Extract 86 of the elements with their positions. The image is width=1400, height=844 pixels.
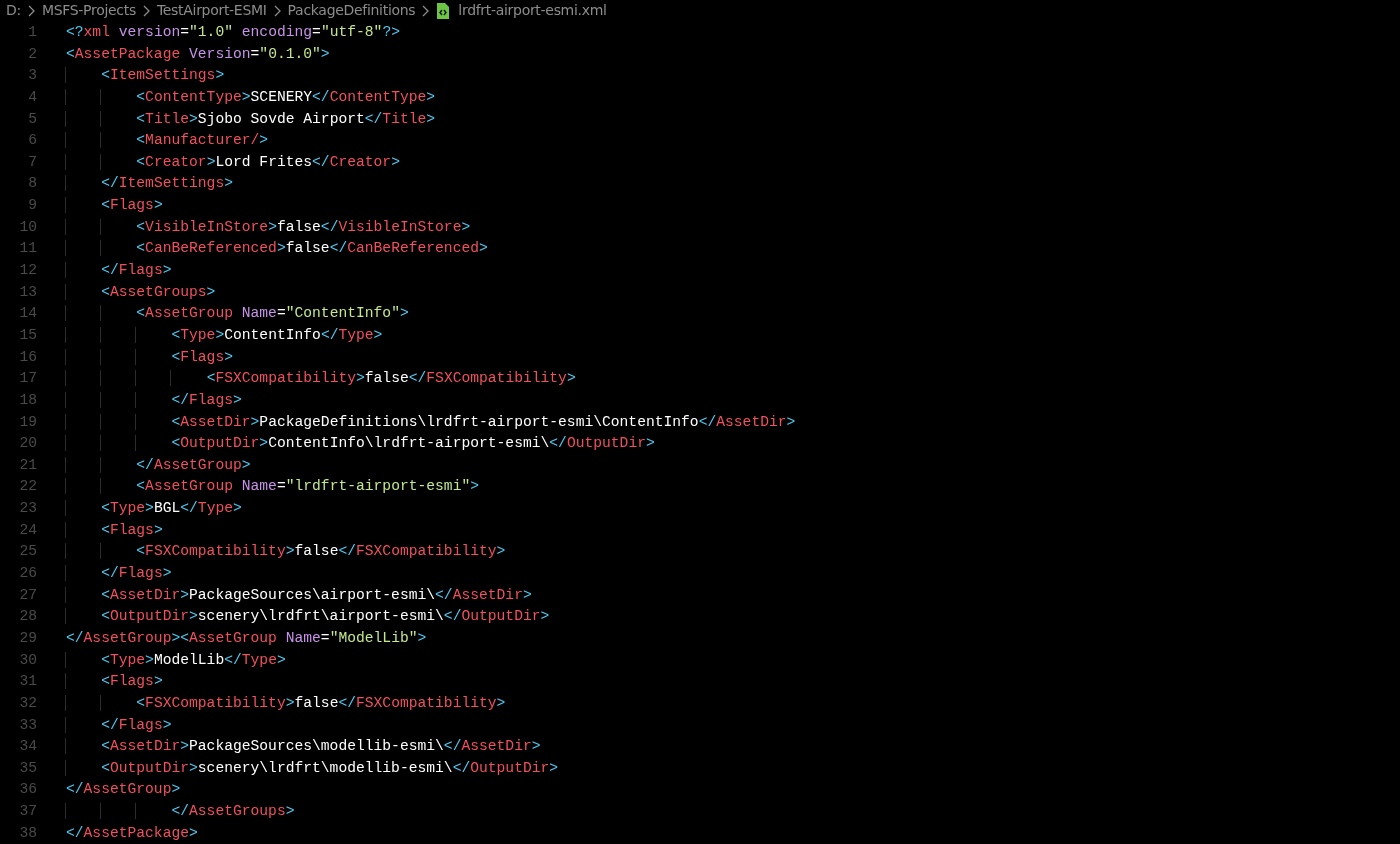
line-number: 36 bbox=[18, 780, 37, 800]
line-number: 13 bbox=[18, 282, 37, 302]
code-line: <AssetPackage Version="0.1.0"> bbox=[66, 44, 330, 64]
code-line: </ItemSettings> bbox=[66, 173, 233, 196]
line-number: 21 bbox=[18, 455, 37, 475]
line-number: 20 bbox=[18, 434, 37, 454]
line-number: 25 bbox=[18, 542, 37, 562]
line-number: 3 bbox=[27, 66, 37, 86]
code-line: <CanBeReferenced>false</CanBeReferenced> bbox=[66, 238, 488, 261]
code-line: <AssetGroups> bbox=[66, 281, 216, 304]
code-line: <Creator>Lord Frites</Creator> bbox=[66, 151, 400, 174]
code-line: <FSXCompatibility>false</FSXCompatibility> bbox=[66, 368, 576, 390]
code-line: </Flags> bbox=[66, 714, 172, 737]
code-line: <Type>ContentInfo</Type> bbox=[66, 324, 383, 347]
code-line: </AssetGroups> bbox=[66, 801, 295, 823]
line-number: 6 bbox=[27, 131, 37, 151]
line-number: 15 bbox=[18, 325, 37, 345]
chevron-icon bbox=[141, 4, 151, 17]
code-line: <AssetGroup Name="lrdfrt-airport-esmi"> bbox=[66, 476, 480, 499]
line-number: 19 bbox=[18, 412, 37, 432]
code-line: <Flags> bbox=[66, 346, 233, 369]
code-line: <AssetDir>PackageSources\modellib-esmi\</AssetDir> bbox=[66, 736, 541, 758]
code-line: </AssetGroup><AssetGroup Name="ModelLib"> bbox=[66, 628, 427, 648]
folder-link[interactable]: PackageDefinitions bbox=[287, 0, 416, 21]
code-line: <ContentType>SCENERY</ContentType> bbox=[66, 86, 436, 109]
code-line: <Type>ModelLib</Type> bbox=[66, 649, 286, 672]
line-number: 32 bbox=[18, 693, 37, 713]
code-line: <AssetDir>PackageDefinitions\lrdfrt-airport-esmi\ContentInfo</AssetDir> bbox=[66, 411, 796, 434]
file-name-link[interactable]: lrdfrt-airport-esmi.xml bbox=[458, 0, 607, 21]
folder-link[interactable]: MSFS-Projects bbox=[41, 0, 136, 21]
code-line: <AssetGroup Name="ContentInfo"> bbox=[66, 303, 409, 325]
code-line: <VisibleInStore>false</VisibleInStore> bbox=[66, 216, 471, 239]
folder-link[interactable]: TestAirport-ESMI bbox=[156, 0, 267, 21]
code-line: <OutputDir>scenery\lrdfrt\airport-esmi\</OutputDir> bbox=[66, 606, 550, 628]
code-line: <OutputDir>scenery\lrdfrt\modellib-esmi\</OutputDir> bbox=[66, 757, 559, 780]
code-line: </AssetGroup> bbox=[66, 454, 251, 477]
code-line: <FSXCompatibility>false</FSXCompatibility> bbox=[66, 541, 506, 563]
line-number: 2 bbox=[27, 44, 37, 64]
line-number: 1 bbox=[27, 23, 37, 42]
line-number: 11 bbox=[18, 239, 37, 259]
line-number: 4 bbox=[27, 87, 37, 107]
line-number: 8 bbox=[27, 174, 37, 194]
code-line: <OutputDir>ContentInfo\lrdfrt-airport-esmi\</OutputDir> bbox=[66, 433, 655, 455]
line-number: 9 bbox=[27, 196, 37, 216]
chevron-icon bbox=[26, 4, 36, 17]
folder-link[interactable]: D: bbox=[6, 0, 21, 21]
line-number: 24 bbox=[18, 520, 37, 540]
code-line: <Flags> bbox=[66, 519, 163, 542]
code-line: <?xml version="1.0" encoding="utf-8"?> bbox=[66, 23, 400, 42]
line-number: 16 bbox=[18, 347, 37, 367]
line-number: 7 bbox=[27, 152, 37, 172]
line-number: 33 bbox=[18, 715, 37, 735]
file-icon bbox=[436, 2, 451, 19]
code-line: <Title>Sjobo Sovde Airport</Title> bbox=[66, 108, 436, 131]
line-number: 35 bbox=[18, 758, 37, 778]
line-number: 10 bbox=[18, 217, 37, 237]
code-line: </Flags> bbox=[66, 563, 172, 585]
code-line: </AssetGroup> bbox=[66, 780, 181, 800]
line-number: 23 bbox=[18, 499, 37, 519]
line-number: 5 bbox=[27, 109, 37, 129]
line-number: 17 bbox=[18, 369, 37, 389]
code-line: </Flags> bbox=[66, 389, 242, 412]
chevron-icon bbox=[272, 4, 282, 17]
code-line: <Flags> bbox=[66, 671, 163, 693]
line-number: 12 bbox=[18, 261, 37, 281]
line-number: 26 bbox=[18, 564, 37, 583]
line-number: 34 bbox=[18, 737, 37, 757]
line-number: 30 bbox=[18, 650, 37, 670]
line-number: 38 bbox=[18, 823, 37, 843]
code-line: </AssetPackage> bbox=[66, 823, 198, 843]
code-line: <Type>BGL</Type> bbox=[66, 498, 242, 520]
line-number: 18 bbox=[18, 390, 37, 410]
code-line: <Flags> bbox=[66, 195, 163, 217]
code-line: <Manufacturer/> bbox=[66, 130, 269, 152]
line-number: 31 bbox=[18, 672, 37, 692]
code-line: <FSXCompatibility>false</FSXCompatibility> bbox=[66, 692, 506, 715]
line-number: 27 bbox=[18, 585, 37, 605]
chevron-icon bbox=[421, 4, 431, 17]
code-line: <AssetDir>PackageSources\airport-esmi\</AssetDir> bbox=[66, 584, 532, 607]
line-number: 14 bbox=[18, 304, 37, 324]
line-number: 28 bbox=[18, 607, 37, 627]
code-line: <ItemSettings> bbox=[66, 65, 225, 87]
line-number: 37 bbox=[18, 802, 37, 822]
line-number: 22 bbox=[18, 477, 37, 497]
line-number: 29 bbox=[18, 628, 37, 648]
code-line: </Flags> bbox=[66, 260, 172, 282]
